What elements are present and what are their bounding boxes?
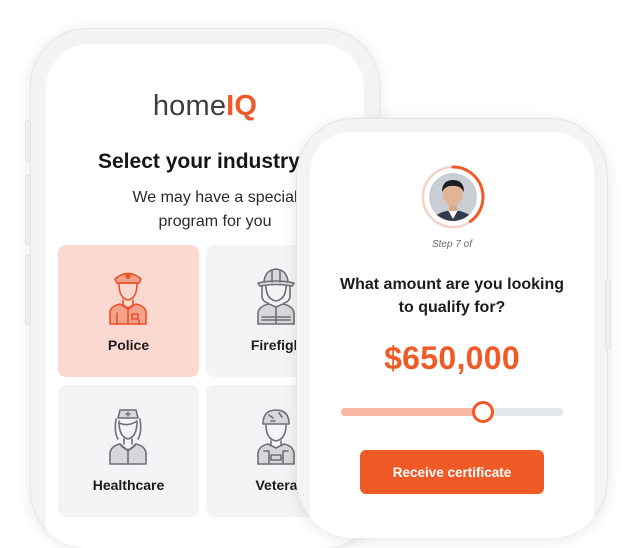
amount-value: $650,000 bbox=[384, 340, 520, 376]
homeiq-logo: homeIQ bbox=[46, 90, 364, 123]
tile-label: Healthcare bbox=[92, 477, 165, 493]
industry-tile-police[interactable]: Police bbox=[58, 245, 199, 377]
phone-side-button bbox=[25, 175, 31, 245]
nurse-icon bbox=[109, 409, 147, 465]
soldier-icon bbox=[257, 409, 295, 465]
progress-ring bbox=[421, 165, 485, 229]
slider-thumb[interactable] bbox=[472, 401, 495, 423]
advisor-avatar bbox=[420, 164, 486, 230]
phone-qualify-screen: Step 7 of What amount are you looking to… bbox=[296, 118, 608, 538]
qualify-screen: Step 7 of What amount are you looking to… bbox=[310, 132, 594, 538]
firefighter-icon bbox=[257, 268, 295, 325]
page-title: Select your industry bbox=[98, 150, 300, 173]
industry-tile-healthcare[interactable]: Healthcare bbox=[58, 385, 199, 517]
question-text: What amount are you looking to qualify f… bbox=[340, 276, 565, 316]
phone-side-button bbox=[605, 280, 611, 350]
page-subtitle: We may have a special program for you bbox=[132, 189, 298, 230]
phone-side-button bbox=[25, 120, 31, 162]
tile-label: Police bbox=[107, 337, 150, 353]
amount-slider[interactable] bbox=[341, 401, 563, 423]
slider-fill bbox=[341, 408, 484, 416]
logo-iq-text: IQ bbox=[226, 90, 258, 122]
receive-certificate-button[interactable]: Receive certificate bbox=[360, 450, 544, 494]
step-indicator: Step 7 of bbox=[431, 239, 473, 250]
logo-home-text: home bbox=[152, 90, 227, 122]
phone-side-button bbox=[25, 255, 31, 325]
police-officer-icon bbox=[109, 272, 147, 325]
